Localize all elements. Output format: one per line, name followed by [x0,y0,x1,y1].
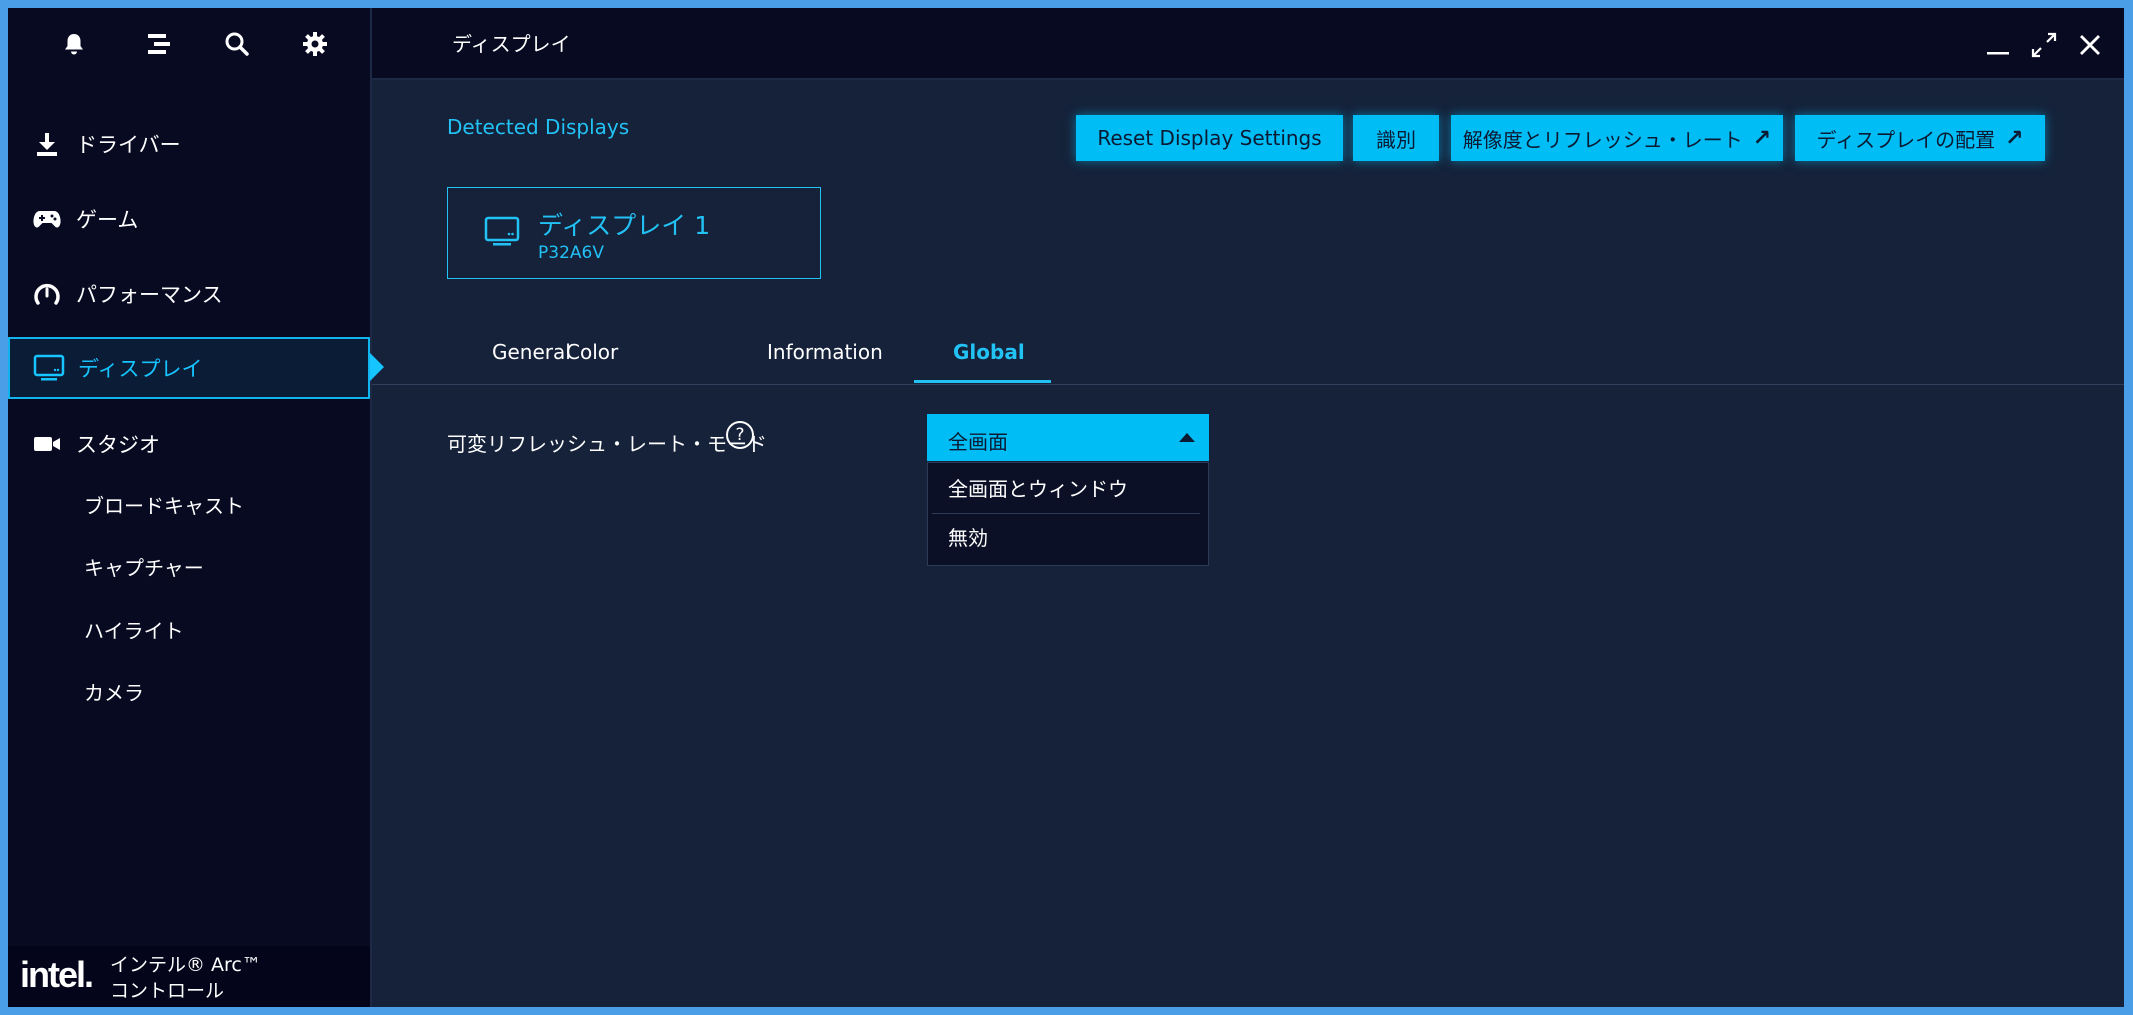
title-bar: ディスプレイ [372,8,2124,80]
sidebar-subitem-highlight[interactable]: ハイライト [84,615,184,644]
reset-display-settings-button[interactable]: Reset Display Settings [1076,115,1343,161]
intel-logo: intel. [20,954,94,995]
app-window: ドライバー ゲーム パフォーマンス ディスプレイ スタジオ ブロードキャスト キ… [8,8,2124,1007]
detected-displays-label: Detected Displays [447,115,630,139]
external-link-icon: ↗ [1752,125,1772,151]
monitor-icon [484,216,520,252]
vrr-mode-label: 可変リフレッシュ・レート・モード [447,432,767,456]
tab-global[interactable]: Global [953,340,1025,364]
caret-up-icon [1179,433,1195,442]
sidebar-item-label: ゲーム [76,208,139,232]
button-label: 解像度とリフレッシュ・レート [1462,127,1743,152]
sidebar: ドライバー ゲーム パフォーマンス ディスプレイ スタジオ ブロードキャスト キ… [8,8,384,1007]
video-camera-icon [30,427,64,461]
brand-product-subtitle: コントロール [110,980,225,1002]
button-label: ディスプレイの配置 [1816,127,1996,152]
tab-general[interactable]: General [492,340,571,364]
download-icon [30,127,64,161]
close-icon[interactable] [2073,30,2107,60]
page-title: ディスプレイ [452,32,571,56]
sidebar-item-games[interactable]: ゲーム [8,188,370,250]
brand-product-name: インテル® Arc™ [110,954,261,976]
sidebar-item-label: ドライバー [76,133,181,157]
sidebar-item-studio[interactable]: スタジオ [8,413,370,475]
sidebar-item-label: ディスプレイ [78,357,203,381]
divider [932,513,1200,514]
active-tab-underline [914,380,1051,383]
sidebar-toolbar [8,8,370,78]
gauge-icon [30,277,64,311]
button-label: Reset Display Settings [1097,126,1322,150]
gamepad-icon [30,202,64,236]
sidebar-item-display[interactable]: ディスプレイ [8,337,370,399]
dropdown-selected-value: 全画面 [948,430,1008,454]
sidebar-subitem-broadcast[interactable]: ブロードキャスト [84,490,244,519]
tab-bar: General Color Information Global [372,328,2124,385]
sidebar-subitem-camera[interactable]: カメラ [84,677,144,706]
display-card[interactable]: ディスプレイ 1 P32A6V [447,187,821,279]
brand-footer: intel. インテル® Arc™ コントロール [8,946,370,1007]
resolution-refresh-rate-button[interactable]: 解像度とリフレッシュ・レート ↗ [1451,115,1783,161]
sidebar-item-label: スタジオ [76,433,160,457]
tab-color[interactable]: Color [566,340,618,364]
list-icon[interactable] [141,27,175,61]
vrr-mode-options: 全画面とウィンドウ 無効 [927,462,1209,566]
display-arrangement-button[interactable]: ディスプレイの配置 ↗ [1795,115,2045,161]
tab-information[interactable]: Information [767,340,883,364]
display-model: P32A6V [538,243,604,263]
dropdown-option-disabled[interactable]: 無効 [948,522,988,551]
monitor-icon [32,351,66,385]
external-link-icon: ↗ [2005,125,2024,151]
search-icon[interactable] [220,27,254,61]
help-icon[interactable]: ? [726,421,754,449]
restore-icon[interactable] [2027,30,2061,60]
identify-button[interactable]: 識別 [1353,115,1439,161]
display-name: ディスプレイ 1 [538,211,711,240]
button-label: 識別 [1376,127,1416,152]
gear-icon[interactable] [298,27,332,61]
sidebar-subitem-capture[interactable]: キャプチャー [84,552,204,581]
dropdown-option-fullscreen-windowed[interactable]: 全画面とウィンドウ [948,473,1128,502]
minimize-icon[interactable] [1981,30,2015,60]
vrr-mode-dropdown[interactable]: 全画面 [927,414,1209,461]
sidebar-item-driver[interactable]: ドライバー [8,113,370,175]
sidebar-item-performance[interactable]: パフォーマンス [8,263,370,325]
bell-icon[interactable] [57,27,91,61]
sidebar-item-label: パフォーマンス [76,283,223,307]
